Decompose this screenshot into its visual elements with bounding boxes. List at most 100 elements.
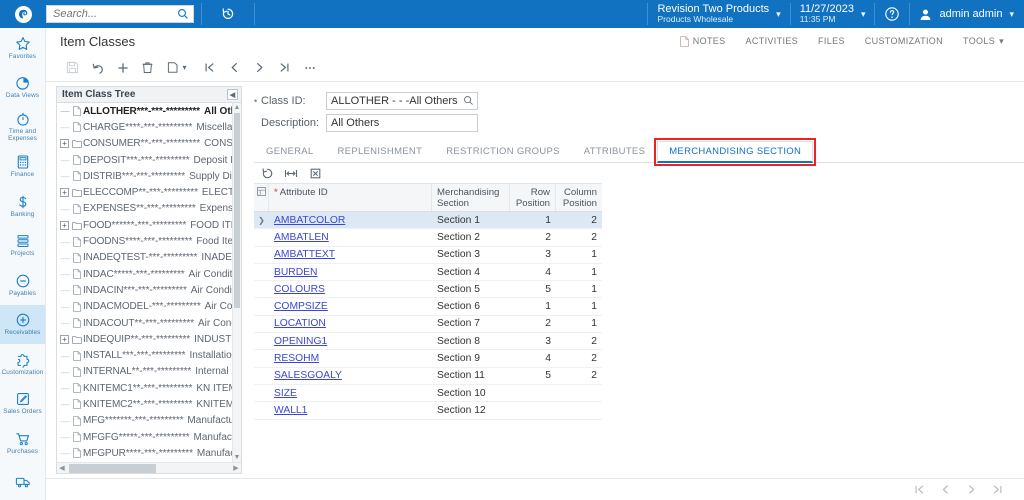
- attribute-id-link[interactable]: COMPSIZE: [274, 301, 328, 312]
- table-row[interactable]: ❯ AMBATCOLOR Section 1 1 2: [254, 212, 602, 230]
- column-header-merchandising-section[interactable]: Merchandising Section: [432, 184, 510, 211]
- attribute-id-link[interactable]: BURDEN: [274, 267, 317, 278]
- tree-item[interactable]: — ALLOTHER***-***-*********All Others: [57, 103, 233, 119]
- tree-item[interactable]: + ELECCOMP**-***-*********ELECTR: [57, 184, 232, 200]
- fit-columns-button[interactable]: [280, 165, 302, 182]
- save-button[interactable]: [60, 57, 85, 79]
- table-row[interactable]: WALL1 Section 12: [254, 402, 602, 420]
- last-button[interactable]: [272, 57, 297, 79]
- column-header-row-position[interactable]: Row Position: [510, 184, 556, 211]
- tab-replenishment[interactable]: REPLENISHMENT: [326, 140, 435, 162]
- row-selector-icon[interactable]: ❯: [254, 216, 269, 225]
- tree-item[interactable]: + CONSUMER**-***-*********CONSU: [57, 136, 232, 152]
- tree-item[interactable]: — KNITEMC2**-***-*********KNITEMC2: [57, 396, 233, 412]
- next-button[interactable]: [247, 57, 272, 79]
- sidebar-item-finance[interactable]: Finance: [0, 147, 45, 187]
- tree-vertical-scrollbar[interactable]: ▲ ▼: [232, 103, 241, 462]
- table-row[interactable]: SALESGOALY Section 11 5 2: [254, 368, 602, 385]
- table-row[interactable]: COMPSIZE Section 6 1 1: [254, 298, 602, 316]
- first-button[interactable]: [197, 57, 222, 79]
- attribute-id-link[interactable]: AMBATTEXT: [274, 249, 335, 260]
- scroll-left-icon[interactable]: ◀: [57, 464, 67, 472]
- tree-item[interactable]: + INDEQUIP**-***-*********INDUSTR: [57, 331, 232, 347]
- tab-restriction-groups[interactable]: RESTRICTION GROUPS: [434, 140, 572, 162]
- tree-item[interactable]: — MFGFG*****-***-*********Manufacturing F: [57, 429, 233, 445]
- sidebar-item-receivables[interactable]: Receivables: [0, 304, 45, 344]
- attribute-id-link[interactable]: WALL1: [274, 405, 307, 416]
- attribute-id-link[interactable]: AMBATCOLOR: [274, 215, 345, 226]
- company-branch-selector[interactable]: Revision Two Products Products Wholesale…: [648, 0, 789, 28]
- attribute-id-link[interactable]: LOCATION: [274, 318, 326, 329]
- tree-expand-icon[interactable]: +: [60, 139, 69, 149]
- column-header-attribute-id[interactable]: * Attribute ID: [269, 184, 432, 211]
- scrollbar-thumb[interactable]: [234, 113, 240, 308]
- datetime-selector[interactable]: 11/27/2023 11:35 PM ▾: [791, 0, 875, 28]
- page-prev-button[interactable]: [932, 480, 958, 500]
- tools-button[interactable]: TOOLS ▾: [953, 36, 1014, 47]
- global-search[interactable]: [46, 0, 201, 28]
- table-row[interactable]: AMBATTEXT Section 3 3 1: [254, 247, 602, 264]
- sidebar-item-banking[interactable]: Banking: [0, 186, 45, 226]
- page-last-button[interactable]: [984, 480, 1010, 500]
- table-row[interactable]: SIZE Section 10: [254, 385, 602, 403]
- sidebar-item-purchases[interactable]: Purchases: [0, 423, 45, 463]
- help-button[interactable]: [875, 0, 909, 28]
- tree-item[interactable]: — INDACOUT**-***-*********Air Conditionin…: [57, 315, 233, 331]
- tree-item[interactable]: — MFG*******-***-*********Manufacturing I…: [57, 413, 233, 429]
- tree-expand-icon[interactable]: +: [60, 188, 69, 198]
- table-row[interactable]: RESOHM Section 9 4 2: [254, 350, 602, 368]
- page-next-button[interactable]: [958, 480, 984, 500]
- tree-item[interactable]: — INDACIN***-***-*********Air Conditionin…: [57, 282, 233, 298]
- tree-expand-icon[interactable]: +: [60, 220, 69, 230]
- tree-horizontal-scrollbar[interactable]: ◀ ▶: [57, 462, 241, 473]
- tab-general[interactable]: GENERAL: [254, 140, 326, 162]
- sidebar-item-payables[interactable]: Payables: [0, 265, 45, 305]
- tree-expand-icon[interactable]: +: [60, 334, 69, 344]
- attribute-id-link[interactable]: OPENING1: [274, 336, 327, 347]
- sidebar-item-data-views[interactable]: Data Views: [0, 68, 45, 108]
- notes-button[interactable]: NOTES: [670, 35, 736, 47]
- tree-item[interactable]: — CHARGE****-***-*********Miscellaneous (: [57, 119, 233, 135]
- tree-item[interactable]: + FOOD******-***-*********FOOD ITEI: [57, 217, 232, 233]
- customization-button[interactable]: CUSTOMIZATION: [855, 36, 953, 46]
- tree-list[interactable]: — ALLOTHER***-***-*********All Others — CHA…: [57, 103, 232, 462]
- table-row[interactable]: AMBATLEN Section 2 2 2: [254, 229, 602, 247]
- tree-item[interactable]: — INSTALL***-***-*********Installation: [57, 347, 233, 363]
- collapse-panel-icon[interactable]: ◀: [227, 89, 238, 100]
- description-field[interactable]: All Others: [326, 113, 478, 132]
- magnifier-selector-icon[interactable]: [463, 95, 474, 106]
- table-row[interactable]: COLOURS Section 5 5 1: [254, 281, 602, 299]
- scroll-right-icon[interactable]: ▶: [231, 464, 241, 472]
- scrollbar-thumb[interactable]: [69, 463, 156, 473]
- tree-item[interactable]: — MFGPUR****-***-*********Manufacturing I: [57, 445, 233, 461]
- tree-item[interactable]: — DISTRIB***-***-*********Supply Distribu…: [57, 168, 233, 184]
- tree-item[interactable]: — FOODNS****-***-*********Food Item - No: [57, 233, 233, 249]
- attribute-id-link[interactable]: COLOURS: [274, 284, 325, 295]
- delete-button[interactable]: [135, 57, 160, 79]
- tab-attributes[interactable]: ATTRIBUTES: [572, 140, 657, 162]
- attribute-id-link[interactable]: AMBATLEN: [274, 232, 329, 243]
- scroll-down-icon[interactable]: ▼: [234, 453, 241, 462]
- tree-item[interactable]: — INDAC*****-***-*********Air Conditionin…: [57, 266, 233, 282]
- sidebar-item-favorites[interactable]: Favorites: [0, 28, 45, 68]
- more-button[interactable]: [297, 57, 322, 79]
- undo-button[interactable]: [85, 57, 110, 79]
- scrollbar-track[interactable]: [67, 463, 231, 473]
- attribute-id-link[interactable]: SIZE: [274, 388, 297, 399]
- sidebar-item-inventory[interactable]: [0, 463, 45, 500]
- clipboard-button[interactable]: ▾: [160, 57, 193, 79]
- refresh-button[interactable]: [256, 165, 278, 182]
- tree-item[interactable]: — INADEQTEST-***-*********INADEQTEST: [57, 250, 233, 266]
- table-row[interactable]: LOCATION Section 7 2 1: [254, 316, 602, 334]
- tab-merchandising-section[interactable]: MERCHANDISING SECTION: [657, 141, 814, 163]
- attribute-id-link[interactable]: RESOHM: [274, 353, 319, 364]
- files-button[interactable]: FILES: [808, 36, 855, 46]
- scroll-up-icon[interactable]: ▲: [234, 103, 241, 112]
- add-button[interactable]: [110, 57, 135, 79]
- user-menu[interactable]: admin admin ▾: [910, 0, 1024, 28]
- sidebar-item-projects[interactable]: Projects: [0, 226, 45, 266]
- table-row[interactable]: OPENING1 Section 8 3 2: [254, 333, 602, 351]
- tree-item[interactable]: — DEPOSIT***-***-*********Deposit Item: [57, 152, 233, 168]
- sidebar-item-time-and-expenses[interactable]: Time and Expenses: [0, 107, 45, 147]
- tree-item[interactable]: — INTERNAL**-***-*********Internal Servic…: [57, 364, 233, 380]
